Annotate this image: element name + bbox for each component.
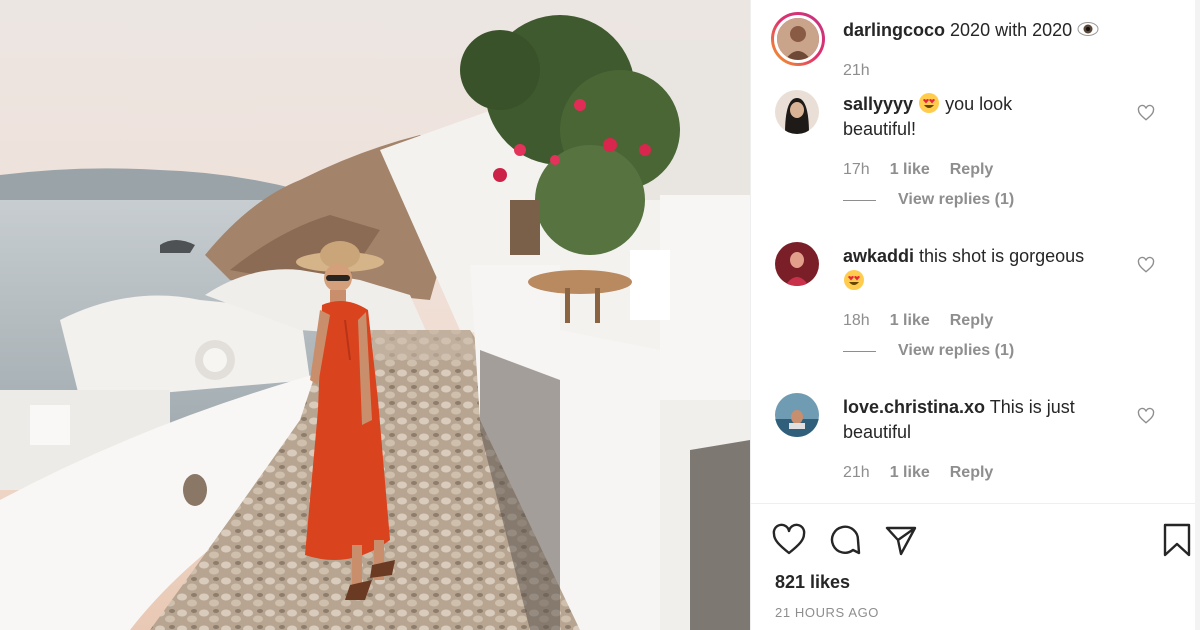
- comments-list[interactable]: darlingcoco 2020 with 2020 21h sallyyyy: [751, 0, 1196, 500]
- share-icon[interactable]: [883, 522, 919, 558]
- comment-like-heart-icon[interactable]: [1137, 256, 1155, 274]
- comment-icon[interactable]: [827, 522, 863, 558]
- comment-meta: 18h 1 like Reply: [843, 312, 993, 330]
- view-replies-label: View replies (1): [898, 342, 1015, 359]
- bookmark-icon[interactable]: [1159, 522, 1195, 558]
- view-replies-line: [843, 199, 876, 201]
- scrollbar-track[interactable]: [1195, 0, 1200, 630]
- heart-icon[interactable]: [771, 522, 807, 558]
- comment-username[interactable]: sallyyyy: [843, 94, 913, 114]
- comment-text: awkaddi this shot is gorgeous: [843, 244, 1133, 294]
- commenter-avatar[interactable]: [775, 90, 819, 134]
- view-replies-button[interactable]: View replies (1): [843, 342, 1014, 360]
- eye-emoji-icon: [1077, 22, 1099, 36]
- likes-count[interactable]: 821 likes: [775, 572, 850, 593]
- view-replies-line: [843, 350, 876, 352]
- post-side-panel: darlingcoco 2020 with 2020 21h sallyyyy: [750, 0, 1196, 630]
- comment-likes[interactable]: 1 like: [890, 161, 930, 179]
- comment-username[interactable]: awkaddi: [843, 246, 914, 266]
- heart-eyes-emoji-icon: [844, 270, 864, 290]
- comment-body: this shot is gorgeous: [919, 246, 1085, 266]
- commenter-avatar[interactable]: [775, 393, 819, 437]
- comment-body-line2: beautiful!: [843, 119, 917, 139]
- post-timestamp[interactable]: 21 HOURS AGO: [775, 605, 879, 620]
- author-username[interactable]: darlingcoco: [843, 20, 945, 40]
- comment-time[interactable]: 18h: [843, 312, 870, 330]
- comment-text: love.christina.xo This is just beautiful: [843, 395, 1133, 445]
- comment-likes[interactable]: 1 like: [890, 312, 930, 330]
- comment-reply-button[interactable]: Reply: [950, 161, 994, 179]
- comment-text: sallyyyy you look beautiful!: [843, 92, 1133, 142]
- comment-meta: 21h 1 like Reply: [843, 464, 993, 482]
- caption-body: 2020 with 2020: [950, 20, 1073, 40]
- commenter-avatar-image: [775, 393, 819, 437]
- post-actions: 821 likes 21 HOURS AGO: [751, 503, 1196, 630]
- comment-reply-button[interactable]: Reply: [950, 464, 994, 482]
- comment-body: This is just: [989, 397, 1075, 417]
- comment-body-line2: beautiful: [843, 422, 912, 442]
- view-replies-button[interactable]: View replies (1): [843, 191, 1014, 209]
- comment-time[interactable]: 21h: [843, 464, 870, 482]
- comment-username[interactable]: love.christina.xo: [843, 397, 985, 417]
- caption-text: darlingcoco 2020 with 2020: [843, 18, 1133, 43]
- commenter-avatar[interactable]: [775, 242, 819, 286]
- author-avatar-image: [777, 18, 819, 60]
- commenter-avatar-image: [775, 242, 819, 286]
- caption-time[interactable]: 21h: [843, 62, 870, 80]
- comment-reply-button[interactable]: Reply: [950, 312, 994, 330]
- heart-eyes-emoji-icon: [919, 93, 940, 113]
- comment-time[interactable]: 17h: [843, 161, 870, 179]
- caption-meta: 21h: [843, 62, 870, 80]
- comment-meta: 17h 1 like Reply: [843, 161, 993, 179]
- post-photo[interactable]: [0, 0, 750, 630]
- comment-body: you look: [945, 94, 1013, 114]
- commenter-avatar-image: [775, 90, 819, 134]
- author-avatar[interactable]: [771, 12, 825, 66]
- comment-like-heart-icon[interactable]: [1137, 104, 1155, 122]
- comment-likes[interactable]: 1 like: [890, 464, 930, 482]
- comment-like-heart-icon[interactable]: [1137, 407, 1155, 425]
- view-replies-label: View replies (1): [898, 191, 1015, 208]
